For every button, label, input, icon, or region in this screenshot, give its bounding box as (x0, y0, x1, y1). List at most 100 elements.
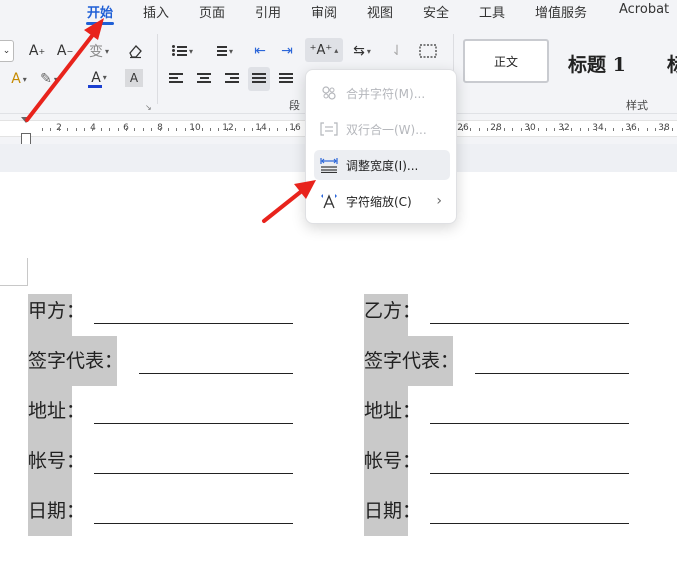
char-shading-button[interactable]: A (125, 69, 143, 87)
first-line-indent-marker[interactable] (21, 117, 31, 123)
ruler-tick (227, 128, 228, 131)
tab-references[interactable]: 引用 (255, 2, 281, 21)
ruler-tick (244, 128, 245, 131)
style-heading-1[interactable]: 标题 1 (568, 50, 626, 77)
ruler-tick (571, 128, 572, 131)
blank-line (94, 323, 293, 324)
ruler-tick (638, 128, 639, 131)
blank-line (94, 423, 293, 424)
align-center-button[interactable] (195, 68, 213, 90)
tab-insert[interactable]: 插入 (143, 2, 169, 21)
menu-item-label: 合并字符(M)... (346, 86, 426, 101)
tab-security[interactable]: 安全 (423, 2, 449, 21)
ruler-tick (563, 128, 564, 131)
field-label-date-a: 日期： (28, 500, 86, 522)
text-effect-icon: A (11, 71, 21, 87)
style-normal-label: 正文 (493, 54, 518, 69)
sort-button[interactable]: ⇃ (387, 40, 407, 62)
page-corner-mark (0, 258, 28, 286)
field-label-party-b: 乙方： (364, 300, 422, 322)
ruler-tick (76, 128, 77, 131)
menu-item-merge-chars[interactable]: 合并字符(M)... (314, 78, 450, 108)
blank-line (94, 473, 293, 474)
bullet-list-icon (171, 45, 187, 57)
ruler-tick (496, 128, 497, 131)
increase-indent-icon: ⇥ (281, 43, 293, 59)
decrease-indent-button[interactable]: ⇤ (250, 40, 270, 62)
distributed-icon (279, 73, 293, 85)
ruler-number: 16 (289, 123, 301, 133)
ruler-tick (176, 128, 177, 131)
justify-icon (252, 73, 266, 85)
align-left-button[interactable] (167, 68, 185, 90)
field-label-date-b: 日期： (364, 500, 422, 522)
menu-item-label: 调整宽度(I)... (346, 158, 419, 173)
style-normal[interactable]: 正文 (463, 39, 549, 83)
shrink-font-button[interactable]: A − (54, 40, 76, 62)
ruler-tick (202, 128, 203, 131)
text-effect-button[interactable]: A ▾ (4, 68, 34, 90)
show-marks-button[interactable] (417, 40, 439, 62)
ruler-tick (126, 128, 127, 131)
sort-icon: ⇃ (391, 43, 403, 59)
menu-item-label: 双行合一(W)... (346, 122, 427, 137)
menu-item-two-lines-in-one[interactable]: 双行合一(W)... (314, 114, 450, 144)
distributed-button[interactable] (277, 68, 295, 90)
numbered-list-button[interactable]: ▾ (208, 40, 238, 62)
ruler-tick (504, 128, 505, 131)
ruler-tick (143, 128, 144, 131)
increase-indent-button[interactable]: ⇥ (277, 40, 297, 62)
style-heading-2[interactable]: 标 (667, 50, 677, 77)
font-dialog-launcher-icon[interactable]: ↘ (145, 103, 152, 112)
clear-format-button[interactable] (124, 40, 146, 62)
tab-page[interactable]: 页面 (199, 2, 225, 21)
tab-review[interactable]: 审阅 (311, 2, 337, 21)
menu-item-char-scale[interactable]: 字符缩放(C) › (314, 186, 450, 216)
ruler-tick (118, 128, 119, 131)
ruler-number: 30 (524, 123, 536, 133)
ruler-tick (622, 128, 623, 131)
phonetic-guide-button[interactable]: 变 ▾ (84, 40, 114, 62)
bullet-list-button[interactable]: ▾ (168, 40, 198, 62)
ruler-number: 34 (592, 123, 604, 133)
two-lines-icon (319, 122, 339, 136)
ruler-tick (664, 128, 665, 131)
blank-line (139, 373, 293, 374)
chinese-layout-button[interactable]: ⁺A⁺ ▴ (305, 38, 343, 62)
ruler-tick (596, 128, 597, 131)
tab-view[interactable]: 视图 (367, 2, 393, 21)
font-size-dropdown[interactable]: ⌄ (0, 40, 14, 62)
field-label-account-a: 帐号： (28, 450, 86, 472)
paragraph-group-label: 段 (289, 99, 300, 112)
ruler-tick (294, 128, 295, 131)
tab-acrobat[interactable]: Acrobat (619, 2, 669, 17)
justify-button[interactable] (248, 67, 270, 91)
ruler-tick (277, 128, 278, 131)
ruler-number: 10 (189, 123, 201, 133)
font-color-button[interactable]: A ▾ (84, 68, 114, 90)
text-direction-button[interactable]: ⇆ ▾ (350, 40, 374, 62)
ruler-tick (185, 128, 186, 131)
tab-value-added[interactable]: 增值服务 (535, 2, 587, 21)
ruler-tick (59, 128, 60, 131)
highlight-button[interactable]: ✎ ▾ (40, 68, 58, 90)
numbered-list-icon (213, 45, 227, 57)
align-right-icon (225, 73, 239, 85)
decrease-indent-icon: ⇤ (254, 43, 266, 59)
blank-line (430, 423, 629, 424)
tab-home[interactable]: 开始 (87, 2, 113, 21)
show-marks-icon (419, 44, 437, 58)
tab-tools[interactable]: 工具 (479, 2, 505, 21)
ruler-tick (479, 128, 480, 131)
align-center-icon (197, 73, 211, 85)
ruler-number: 32 (558, 123, 570, 133)
align-right-button[interactable] (223, 68, 241, 90)
ruler-tick (101, 128, 102, 131)
ruler-tick (554, 128, 555, 131)
ruler-tick (193, 128, 194, 131)
ruler-tick (605, 128, 606, 131)
menu-item-adjust-width[interactable]: 调整宽度(I)... (314, 150, 450, 180)
grow-font-button[interactable]: A + (26, 40, 48, 62)
grow-font-icon: A (28, 43, 39, 59)
chinese-layout-menu: 合并字符(M)... 双行合一(W)... 调整宽度(I)... 字符缩放(C)… (305, 69, 457, 224)
